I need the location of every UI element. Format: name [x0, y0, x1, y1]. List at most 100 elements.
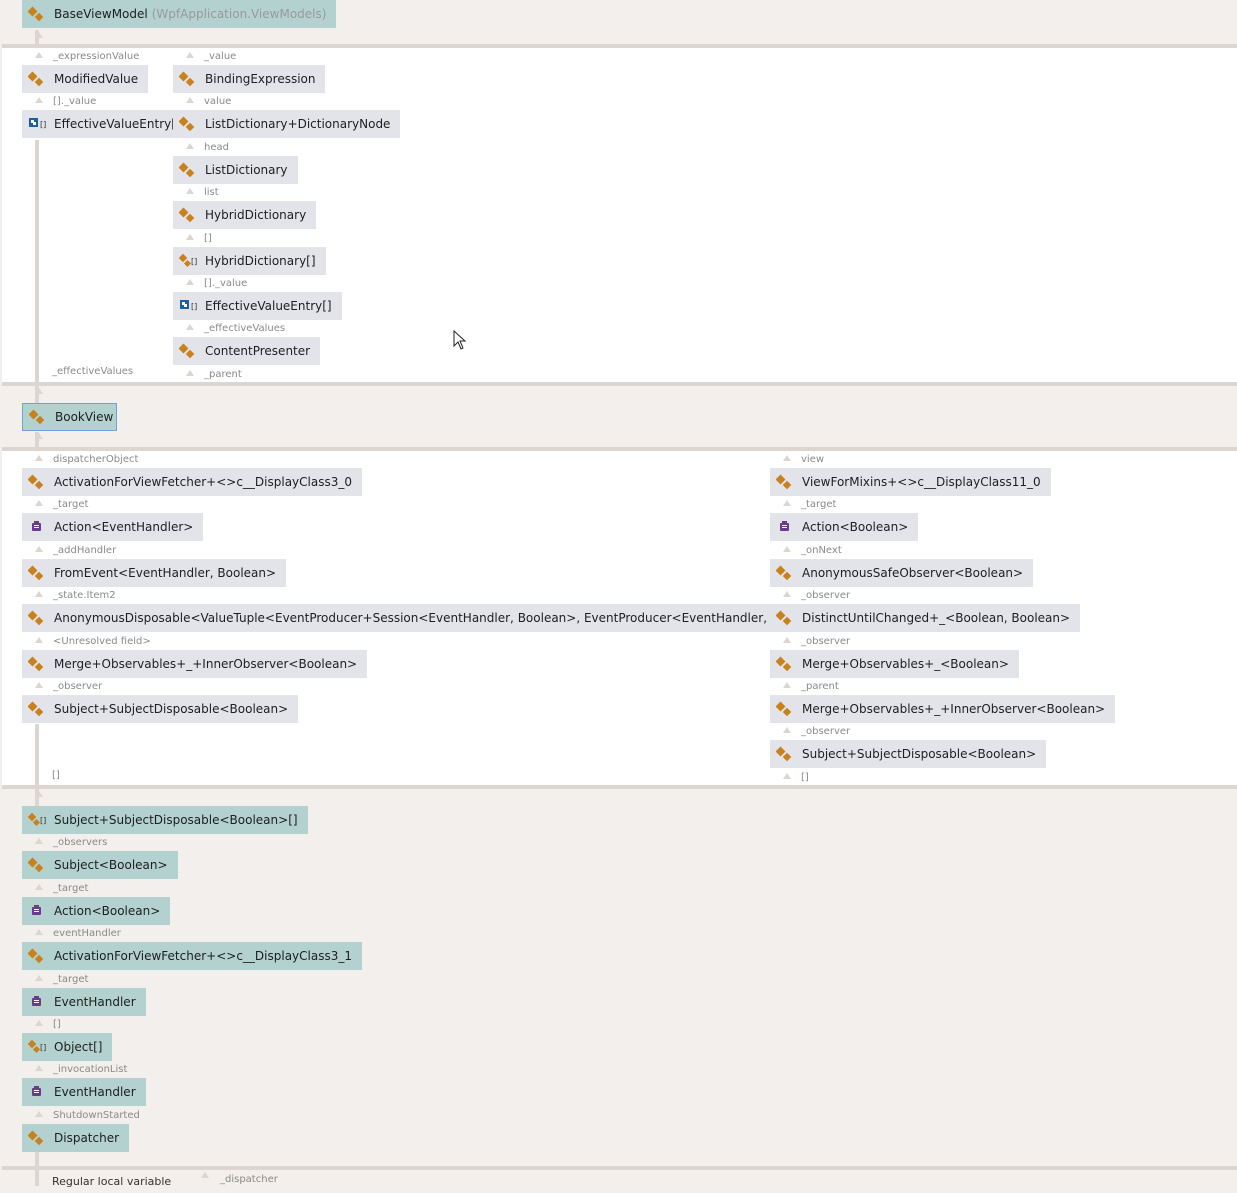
class-icon: [776, 473, 794, 491]
edge-label: _onNext: [801, 544, 842, 556]
root-node-label: BaseViewModel: [54, 7, 148, 21]
object-node[interactable]: ListDictionary+DictionaryNode: [173, 110, 401, 139]
class-icon: [28, 70, 46, 88]
object-node-label: Merge+Observables+_+InnerObserver<Boolea…: [54, 656, 358, 671]
object-node[interactable]: Action<Boolean>: [22, 896, 171, 925]
bookview-label: BookView: [55, 410, 114, 424]
edge-label: value: [204, 96, 232, 108]
object-node[interactable]: ActivationForViewFetcher+<>c__DisplayCla…: [22, 942, 362, 971]
object-node[interactable]: [] HybridDictionary[]: [173, 246, 326, 275]
svg-text:[]: []: [40, 1043, 46, 1052]
arrow-up-icon: [35, 388, 43, 394]
object-node[interactable]: ContentPresenter: [173, 337, 321, 366]
object-node-label: Subject+SubjectDisposable<Boolean>: [802, 747, 1037, 762]
edge-label: []: [52, 770, 60, 781]
object-node[interactable]: ModifiedValue: [22, 65, 149, 93]
edge-label: _parent: [204, 368, 242, 380]
separator: [2, 1166, 1237, 1170]
object-node[interactable]: Subject+SubjectDisposable<Boolean>: [22, 695, 299, 723]
arrow-up-icon: [783, 772, 791, 779]
object-node[interactable]: EventHandler: [22, 987, 146, 1016]
arrow-up-icon: [35, 974, 43, 981]
object-node[interactable]: Subject<Boolean>: [22, 851, 178, 880]
object-node[interactable]: ListDictionary: [173, 155, 298, 184]
object-node-label: HybridDictionary: [205, 208, 307, 223]
arrow-up-icon: [35, 791, 43, 797]
class-icon: [28, 1129, 46, 1147]
edge-label: []._value: [53, 96, 97, 108]
arrow-up-icon: [186, 324, 194, 331]
arrow-up-icon: [35, 1020, 43, 1026]
edge-label: eventHandler: [53, 928, 121, 940]
edge-label: _observers: [53, 837, 108, 849]
object-node[interactable]: ViewForMixins+<>c__DisplayClass11_0: [770, 468, 1051, 496]
edge-label: _observer: [801, 635, 851, 647]
object-node[interactable]: [] Object[]: [22, 1033, 113, 1061]
footer-left-label: Regular local variable: [52, 1175, 172, 1188]
delegate-icon: [28, 993, 46, 1011]
arrow-up-icon: [35, 97, 43, 104]
object-node[interactable]: Merge+Observables+_+InnerObserver<Boolea…: [770, 695, 1116, 723]
reference-line: [35, 140, 39, 382]
object-node[interactable]: ActivationForViewFetcher+<>c__DisplayCla…: [22, 468, 362, 496]
arrow-up-icon: [186, 369, 194, 376]
svg-text:[]: []: [40, 816, 46, 825]
class-icon: [776, 609, 794, 627]
arrow-up-icon: [35, 455, 43, 461]
class-icon: [28, 856, 46, 874]
class-icon: [179, 115, 197, 133]
arrow-up-icon: [186, 52, 194, 58]
class-icon: [29, 408, 47, 426]
object-node-label: Subject+SubjectDisposable<Boolean>[]: [54, 813, 298, 827]
bookview-node[interactable]: BookView: [22, 403, 117, 431]
object-node-label: EventHandler: [54, 1085, 136, 1100]
arrow-up-icon: [35, 52, 43, 58]
object-node-label: Subject+SubjectDisposable<Boolean>: [54, 702, 289, 716]
arrow-up-icon: [35, 591, 43, 598]
object-node-label: EffectiveValueEntry[]: [205, 299, 332, 313]
class-icon: [776, 655, 794, 673]
object-node[interactable]: EventHandler: [22, 1078, 146, 1107]
object-node[interactable]: AnonymousSafeObserver<Boolean>: [770, 558, 1034, 587]
edge-label: []: [53, 1019, 61, 1030]
object-node-label: ActivationForViewFetcher+<>c__DisplayCla…: [54, 475, 352, 489]
arrow-up-icon: [783, 591, 791, 598]
class-icon: [28, 5, 46, 23]
separator: [2, 447, 1237, 451]
object-node-label: ListDictionary: [205, 162, 288, 177]
object-node-label: DistinctUntilChanged+_<Boolean, Boolean>: [802, 611, 1071, 626]
object-node[interactable]: Merge+Observables+_+InnerObserver<Boolea…: [22, 649, 368, 678]
object-node[interactable]: Subject+SubjectDisposable<Boolean>: [770, 740, 1047, 769]
class-icon: [776, 564, 794, 582]
object-node[interactable]: Action<Boolean>: [770, 513, 919, 542]
object-node[interactable]: BindingExpression: [173, 65, 326, 93]
edge-label: _effectiveValues: [204, 323, 286, 335]
object-node-label: Subject<Boolean>: [54, 858, 168, 873]
arrow-up-icon: [783, 727, 791, 734]
edge-label: _observer: [801, 726, 851, 738]
object-node[interactable]: [] EffectiveValueEntry[]: [173, 292, 342, 320]
class-array-icon: []: [28, 1038, 46, 1056]
arrow-up-icon: [783, 455, 791, 461]
class-icon: [179, 342, 197, 360]
object-node[interactable]: [] Subject+SubjectDisposable<Boolean>[]: [22, 806, 308, 834]
class-icon: [28, 473, 46, 491]
object-node[interactable]: DistinctUntilChanged+_<Boolean, Boolean>: [770, 604, 1081, 633]
object-node[interactable]: Merge+Observables+_<Boolean>: [770, 649, 1019, 678]
object-node[interactable]: FromEvent<EventHandler, Boolean>: [22, 558, 287, 587]
edge-label: dispatcherObject: [53, 454, 139, 465]
arrow-up-icon: [783, 636, 791, 643]
object-node[interactable]: [] EffectiveValueEntry[]: [22, 110, 191, 139]
edge-label: _state.Item2: [53, 590, 116, 602]
object-node[interactable]: HybridDictionary: [173, 201, 317, 230]
object-node[interactable]: Action<EventHandler>: [22, 513, 204, 542]
arrow-up-icon: [35, 883, 43, 890]
object-node[interactable]: Dispatcher: [22, 1123, 130, 1152]
edge-label: _parent: [801, 681, 839, 692]
edge-label: _target: [53, 499, 89, 511]
edge-label: _target: [801, 499, 837, 511]
delegate-icon: [28, 902, 46, 920]
object-node-label: ContentPresenter: [205, 344, 311, 359]
root-node[interactable]: BaseViewModel (WpfApplication.ViewModels…: [22, 0, 337, 28]
class-icon: [776, 700, 794, 718]
